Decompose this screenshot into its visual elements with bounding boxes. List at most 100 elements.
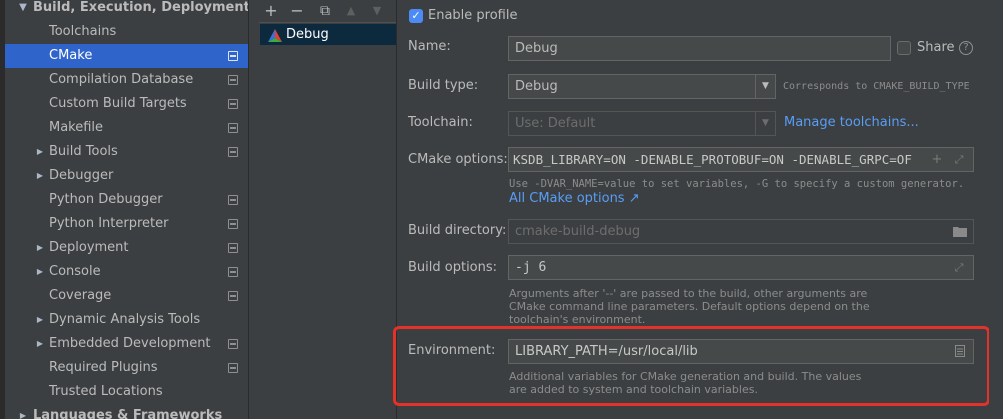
tree-item-label: Compilation Database [49,72,194,87]
tree-item-label: Dynamic Analysis Tools [49,312,201,327]
tree-item-label: Build, Execution, Deployment [33,0,248,15]
environment-field[interactable]: LIBRARY_PATH=/usr/local/lib [508,339,974,364]
tree-item-trusted-locations[interactable]: Trusted Locations [5,380,248,404]
tree-item-embedded-development[interactable]: ▶ Embedded Development [5,332,248,356]
toolbar-separator [259,22,396,23]
chevron-right-icon[interactable]: ▶ [34,332,46,356]
name-field[interactable]: Debug [508,36,891,61]
project-level-icon [228,147,238,157]
tree-item-deployment[interactable]: ▶ Deployment [5,236,248,260]
chevron-right-icon[interactable]: ▶ [34,164,46,188]
move-up-button[interactable]: ▲ [343,1,359,21]
project-level-icon [228,123,238,133]
tree-item-toolchains[interactable]: Toolchains [5,20,248,44]
folder-icon[interactable] [950,220,970,245]
build-type-label: Build type: [408,78,479,93]
share-label[interactable]: Share [917,38,955,58]
tree-item-label: Toolchains [49,24,117,39]
toolchain-select[interactable]: Use: Default ▼ [508,111,776,136]
build-directory-field[interactable]: cmake-build-debug [508,219,974,244]
tree-item-label: Custom Build Targets [49,96,187,111]
toolchain-value: Use: Default [515,116,596,131]
enable-profile-checkbox[interactable]: ✓ [409,9,423,23]
edit-environment-icon[interactable] [951,340,969,365]
tree-item-dynamic-analysis-tools[interactable]: ▶ Dynamic Analysis Tools [5,308,248,332]
tree-item-label: Python Debugger [49,192,163,207]
build-type-select[interactable]: Debug ▼ [508,74,776,99]
chevron-right-icon[interactable]: ▶ [17,404,29,419]
all-cmake-options-link[interactable]: All CMake options ↗ [509,191,640,206]
cmake-options-value: KSDB_LIBRARY=ON -DENABLE_PROTOBUF=ON -DE… [513,152,912,167]
chevron-down-icon[interactable]: ▼ [755,75,775,98]
tree-item-debugger[interactable]: ▶ Debugger [5,164,248,188]
build-options-hint-2: CMake command line parameters. Default o… [509,300,870,313]
remove-profile-button[interactable]: − [289,1,305,21]
tree-item-compilation-database[interactable]: Compilation Database [5,68,248,92]
build-type-note: Corresponds to CMAKE_BUILD_TYPE [783,81,970,92]
environment-hint-2: are added to system and toolchain variab… [509,383,758,396]
project-level-icon [228,219,238,229]
share-checkbox[interactable] [897,41,911,55]
tree-item-console[interactable]: ▶ Console [5,260,248,284]
settings-tree: ▼ Build, Execution, Deployment Toolchains C… [0,0,248,419]
tree-item-build-execution-deployment[interactable]: ▼ Build, Execution, Deployment [5,0,248,20]
environment-label: Environment: [408,343,496,358]
tree-item-python-debugger[interactable]: Python Debugger [5,188,248,212]
profiles-panel: + − ⧉ ▲ ▼ Debug [259,0,396,419]
tree-item-label: Debugger [49,168,114,183]
tree-item-label: Required Plugins [49,360,158,375]
tree-item-build-tools[interactable]: ▶ Build Tools [5,140,248,164]
cmake-options-field[interactable]: KSDB_LIBRARY=ON -DENABLE_PROTOBUF=ON -DE… [508,147,974,172]
tree-item-languages-frameworks[interactable]: ▶ Languages & Frameworks [5,404,248,419]
cmake-options-label: CMake options: [408,152,508,167]
expand-icon[interactable]: ⤢ [952,256,966,279]
tree-item-coverage[interactable]: Coverage [5,284,248,308]
project-level-icon [228,195,238,205]
chevron-right-icon[interactable]: ▶ [34,260,46,284]
chevron-right-icon[interactable]: ▶ [34,236,46,260]
profile-item-debug[interactable]: Debug [260,24,396,45]
tree-item-label: Trusted Locations [49,384,163,399]
tree-item-cmake[interactable]: CMake [5,44,248,68]
add-profile-button[interactable]: + [263,1,279,21]
tree-item-custom-build-targets[interactable]: Custom Build Targets [5,92,248,116]
tree-item-makefile[interactable]: Makefile [5,116,248,140]
tree-item-python-interpreter[interactable]: Python Interpreter [5,212,248,236]
enable-profile-label[interactable]: Enable profile [428,6,517,26]
add-option-icon[interactable]: + [930,148,944,171]
tree-item-label: CMake [49,48,93,63]
tree-item-label: Embedded Development [49,336,211,351]
chevron-right-icon[interactable]: ▶ [34,308,46,332]
tree-item-required-plugins[interactable]: Required Plugins [5,356,248,380]
toolchain-label: Toolchain: [408,115,473,130]
cmake-icon [268,28,282,49]
project-level-icon [228,75,238,85]
copy-profile-button[interactable]: ⧉ [317,1,333,21]
tree-item-label: Makefile [49,120,104,135]
profiles-divider[interactable] [396,0,397,419]
chevron-down-icon[interactable]: ▼ [17,0,29,20]
cmake-options-hint: Use -DVAR_NAME=value to set variables, -… [509,178,965,190]
help-icon[interactable]: ? [959,41,973,55]
chevron-right-icon[interactable]: ▶ [34,140,46,164]
tree-divider[interactable] [248,0,249,419]
tree-item-label: Console [49,264,101,279]
move-down-button[interactable]: ▼ [369,1,385,21]
tree-item-label: Deployment [49,240,129,255]
chevron-down-icon[interactable]: ▼ [755,112,775,135]
tree-item-label: Languages & Frameworks [33,408,223,419]
name-label: Name: [408,39,451,54]
build-options-hint-1: Arguments after '--' are passed to the b… [509,287,868,300]
project-level-icon [228,339,238,349]
project-level-icon [228,267,238,277]
tree-item-label: Coverage [49,288,112,303]
build-type-value: Debug [515,79,558,94]
expand-icon[interactable]: ⤢ [952,148,966,171]
project-level-icon [228,363,238,373]
build-options-label: Build options: [408,260,498,275]
project-level-icon [228,99,238,109]
tree-item-label: Python Interpreter [49,216,169,231]
manage-toolchains-link[interactable]: Manage toolchains... [784,115,919,130]
build-options-field[interactable]: -j 6 [508,255,974,280]
environment-hint-1: Additional variables for CMake generatio… [509,370,862,383]
